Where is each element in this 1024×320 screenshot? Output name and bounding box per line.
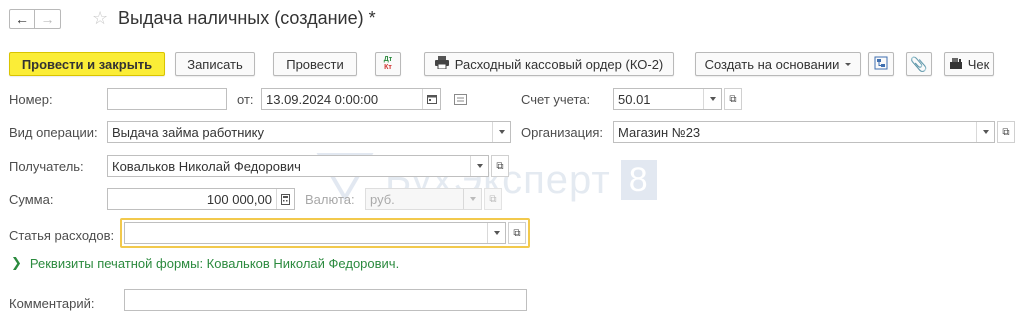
chevron-down-icon[interactable] — [703, 89, 721, 109]
recipient-field[interactable]: Ковальков Николай Федорович — [107, 155, 489, 177]
open-icon: ⧉ — [1002, 126, 1010, 138]
favorite-star-icon[interactable]: ☆ — [92, 8, 108, 29]
currency-label: Валюта: — [305, 192, 355, 207]
hierarchy-icon — [874, 56, 888, 73]
cash-register-icon — [949, 57, 963, 72]
operation-select[interactable]: Выдача займа работнику — [107, 121, 511, 143]
post-button[interactable]: Провести — [273, 52, 357, 76]
open-icon: ⧉ — [489, 193, 497, 205]
open-account-button[interactable]: ⧉ — [724, 88, 742, 110]
expense-item-label: Статья расходов: — [9, 228, 115, 243]
date-field[interactable]: 13.09.2024 0:00:00 — [261, 88, 441, 110]
print-details-group[interactable]: ❯ Реквизиты печатной формы: Ковальков Ни… — [11, 255, 399, 271]
calculator-icon[interactable] — [276, 189, 294, 209]
organization-field[interactable]: Магазин №23 — [613, 121, 995, 143]
chevron-right-icon: ❯ — [11, 255, 22, 270]
receipt-button[interactable]: Чек — [944, 52, 994, 76]
open-organization-button[interactable]: ⧉ — [997, 121, 1015, 143]
open-icon: ⧉ — [513, 227, 521, 239]
calendar-icon[interactable] — [422, 89, 440, 109]
arrow-left-icon: ← — [15, 11, 29, 27]
document-history-icon[interactable] — [454, 93, 467, 108]
organization-label: Организация: — [521, 125, 604, 140]
save-button[interactable]: Записать — [175, 52, 255, 76]
recipient-label: Получатель: — [9, 159, 84, 174]
dt-kt-button[interactable]: Дт Кт — [375, 52, 401, 76]
page-title: Выдача наличных (создание) * — [118, 8, 376, 28]
amount-field[interactable]: 100 000,00 — [107, 188, 295, 210]
operation-label: Вид операции: — [9, 125, 98, 140]
expense-item-field[interactable] — [124, 222, 506, 244]
open-currency-button: ⧉ — [484, 188, 502, 210]
print-details-link: Реквизиты печатной формы: Ковальков Нико… — [29, 255, 400, 271]
post-and-close-button[interactable]: Провести и закрыть — [9, 52, 165, 76]
chevron-down-icon — [463, 189, 481, 209]
paperclip-icon: 📎 — [910, 55, 928, 72]
arrow-right-icon: → — [40, 11, 55, 27]
history-nav: ← → — [9, 9, 61, 29]
chevron-down-icon[interactable] — [470, 156, 488, 176]
date-label: от: — [237, 92, 254, 107]
open-expense-item-button[interactable]: ⧉ — [508, 222, 526, 244]
chevron-down-icon[interactable] — [492, 122, 510, 142]
amount-label: Сумма: — [9, 192, 54, 207]
currency-field: руб. — [365, 188, 482, 210]
create-based-on-button[interactable]: Создать на основании — [695, 52, 861, 76]
account-field[interactable]: 50.01 — [613, 88, 722, 110]
comment-field[interactable] — [124, 289, 527, 311]
chevron-down-icon — [845, 62, 852, 66]
structure-button[interactable] — [868, 52, 894, 76]
open-icon: ⧉ — [496, 160, 504, 172]
open-icon: ⧉ — [729, 93, 737, 105]
printer-icon — [434, 56, 449, 72]
chevron-down-icon[interactable] — [976, 122, 994, 142]
attachment-button[interactable]: 📎 — [906, 52, 932, 76]
number-field[interactable] — [107, 88, 227, 110]
back-button[interactable]: ← — [9, 9, 35, 29]
open-recipient-button[interactable]: ⧉ — [491, 155, 509, 177]
account-label: Счет учета: — [521, 92, 591, 107]
print-cash-order-button[interactable]: Расходный кассовый ордер (КО-2) — [424, 52, 674, 76]
forward-button[interactable]: → — [35, 9, 61, 29]
number-label: Номер: — [9, 92, 53, 107]
chevron-down-icon[interactable] — [487, 223, 505, 243]
dt-kt-icon: Дт Кт — [383, 56, 393, 71]
comment-label: Комментарий: — [9, 296, 95, 311]
